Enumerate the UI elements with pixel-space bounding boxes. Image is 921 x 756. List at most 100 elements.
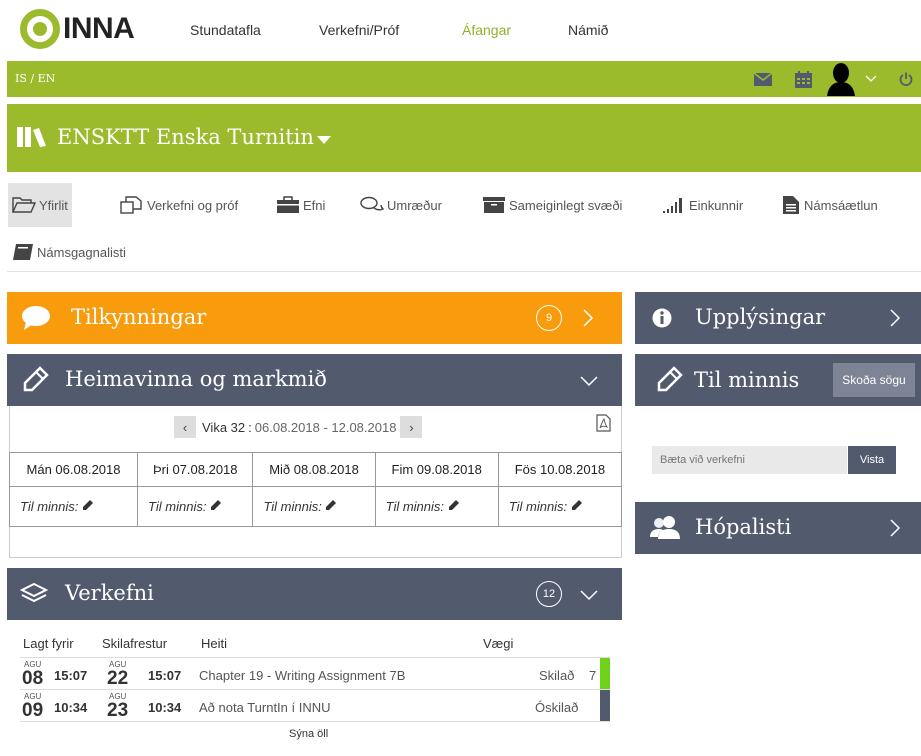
prev-week-button[interactable]: ‹ bbox=[174, 416, 196, 438]
add-task-input[interactable] bbox=[652, 446, 847, 474]
homework-title: Heimavinna og markmið bbox=[65, 367, 327, 391]
nav-afangar[interactable]: Áfangar bbox=[462, 22, 511, 38]
posted-day: 09 bbox=[22, 700, 44, 721]
announcements-header[interactable]: Tilkynningar 9 bbox=[7, 292, 622, 344]
signal-icon bbox=[663, 198, 682, 213]
power-icon[interactable] bbox=[897, 61, 915, 97]
chevron-down-icon[interactable] bbox=[863, 61, 879, 97]
tabs-divider bbox=[7, 271, 921, 272]
history-button[interactable]: Skoða sögu bbox=[833, 363, 915, 397]
assignments-count: 12 bbox=[536, 581, 562, 607]
user-avatar[interactable] bbox=[825, 61, 857, 97]
tab-yfirlit[interactable]: Yfirlit bbox=[8, 183, 72, 227]
language-switch[interactable]: IS / EN bbox=[15, 72, 55, 85]
memo-cell[interactable]: Til minnis: bbox=[497, 486, 623, 527]
pencil-icon[interactable] bbox=[210, 499, 222, 511]
pencil-icon[interactable] bbox=[82, 499, 94, 511]
tab-namsgagnalisti[interactable]: Námsgagnalisti bbox=[8, 230, 130, 274]
top-navigation: INNA Stundatafla Verkefni/Próf Áfangar N… bbox=[0, 0, 921, 60]
course-title[interactable]: ENSKTT Enska Turnitin bbox=[57, 125, 314, 149]
announcements-count: 9 bbox=[536, 305, 562, 331]
nav-verkefni-prof[interactable]: Verkefni/Próf bbox=[319, 22, 399, 38]
memo-label: Til minnis: bbox=[508, 499, 568, 514]
col-name[interactable]: Heiti bbox=[201, 636, 227, 651]
announcements-title: Tilkynningar bbox=[71, 305, 207, 329]
col-due[interactable]: Skilafrestur bbox=[102, 636, 167, 651]
assignment-row[interactable]: AGU 08 15:07 AGU 22 15:07 Chapter 19 - W… bbox=[20, 657, 610, 690]
assignment-name[interactable]: Að nota TurntIn í INNU bbox=[199, 700, 331, 715]
row-divider bbox=[20, 721, 610, 722]
logo-ring-icon bbox=[20, 9, 60, 49]
memo-cell[interactable]: Til minnis: bbox=[252, 486, 376, 527]
info-header[interactable]: Upplýsingar bbox=[635, 292, 921, 344]
nav-stundatafla[interactable]: Stundatafla bbox=[190, 22, 261, 38]
memo-label: Til minnis: bbox=[148, 499, 207, 514]
next-week-button[interactable]: › bbox=[400, 416, 423, 438]
assignments-header[interactable]: Verkefni 12 bbox=[7, 568, 622, 620]
book-icon bbox=[13, 244, 33, 260]
calendar-icon[interactable] bbox=[792, 61, 814, 97]
info-title: Upplýsingar bbox=[695, 305, 826, 329]
show-all-link[interactable]: Sýna öll bbox=[289, 728, 328, 740]
assignment-weight: 7 bbox=[589, 668, 597, 683]
inna-logo[interactable]: INNA bbox=[20, 5, 135, 53]
assignment-status: Óskilað bbox=[535, 700, 579, 715]
tab-umraedur[interactable]: Umræður bbox=[356, 183, 446, 227]
tab-efni[interactable]: Efni bbox=[272, 183, 329, 227]
folder-open-icon bbox=[12, 197, 36, 213]
chevron-down-icon[interactable] bbox=[579, 589, 599, 601]
tab-label: Verkefni og próf bbox=[147, 197, 239, 213]
chevron-down-icon[interactable] bbox=[579, 375, 599, 387]
course-header: ENSKTT Enska Turnitin bbox=[7, 104, 921, 172]
tab-namsaaetlun[interactable]: Námsáætlun bbox=[777, 183, 882, 227]
assignments-title: Verkefni bbox=[65, 581, 154, 605]
assignment-row[interactable]: AGU 09 10:34 AGU 23 10:34 Að nota TurntI… bbox=[20, 689, 610, 722]
logo-text: INNA bbox=[63, 12, 135, 45]
pencil-icon[interactable] bbox=[448, 499, 460, 511]
users-icon bbox=[650, 516, 680, 539]
chevron-right-icon[interactable] bbox=[582, 308, 594, 328]
pencil-icon[interactable] bbox=[325, 499, 337, 511]
briefcase-icon bbox=[277, 196, 299, 213]
nav-namid[interactable]: Námið bbox=[568, 22, 608, 38]
utility-bar: IS / EN bbox=[7, 61, 921, 97]
day-header: Þri 07.08.2018 bbox=[137, 452, 254, 487]
homework-header[interactable]: Heimavinna og markmið bbox=[7, 354, 622, 406]
due-time: 10:34 bbox=[148, 700, 182, 715]
tab-verkefni-og-prof[interactable]: Verkefni og próf bbox=[116, 183, 242, 227]
comments-icon bbox=[360, 196, 384, 211]
pencil-icon[interactable] bbox=[571, 499, 583, 511]
due-time: 15:07 bbox=[148, 668, 182, 683]
pdf-icon[interactable] bbox=[596, 414, 611, 432]
col-posted[interactable]: Lagt fyrir bbox=[23, 636, 74, 651]
tab-label: Námsgagnalisti bbox=[37, 244, 126, 260]
due-day: 23 bbox=[107, 700, 129, 721]
copy-icon bbox=[120, 196, 142, 214]
memo-cell[interactable]: Til minnis: bbox=[374, 486, 499, 527]
week-table: Mán 06.08.2018 Þri 07.08.2018 Mið 08.08.… bbox=[8, 452, 623, 527]
assignment-name[interactable]: Chapter 19 - Writing Assignment 7B bbox=[199, 668, 405, 683]
chevron-right-icon[interactable] bbox=[889, 518, 901, 538]
books-icon bbox=[17, 127, 51, 150]
tab-einkunnir[interactable]: Einkunnir bbox=[658, 183, 747, 227]
day-header: Fös 10.08.2018 bbox=[497, 452, 623, 487]
tab-label: Einkunnir bbox=[689, 197, 744, 213]
caret-down-icon[interactable] bbox=[317, 136, 331, 144]
mail-icon[interactable] bbox=[752, 61, 774, 97]
save-button[interactable]: Vista bbox=[848, 446, 896, 474]
tab-sameiginlegt-svaedi[interactable]: Sameiginlegt svæði bbox=[478, 183, 626, 227]
assignment-status: Skilað bbox=[539, 668, 575, 683]
week-dates: 06.08.2018 - 12.08.2018 bbox=[254, 419, 397, 435]
memo-cell[interactable]: Til minnis: bbox=[8, 486, 139, 527]
chevron-right-icon[interactable] bbox=[889, 308, 901, 328]
week-label: Vika 32 bbox=[202, 419, 246, 435]
pencil-icon bbox=[23, 366, 49, 392]
tab-label: Námsáætlun bbox=[804, 197, 878, 213]
memo-cell[interactable]: Til minnis: bbox=[137, 486, 254, 527]
group-header[interactable]: Hópalisti bbox=[635, 502, 921, 554]
col-weight[interactable]: Vægi bbox=[483, 636, 513, 651]
tab-label: Efni bbox=[303, 197, 326, 213]
memo-label: Til minnis: bbox=[385, 499, 445, 514]
status-bar bbox=[600, 690, 610, 722]
group-title: Hópalisti bbox=[695, 515, 792, 539]
